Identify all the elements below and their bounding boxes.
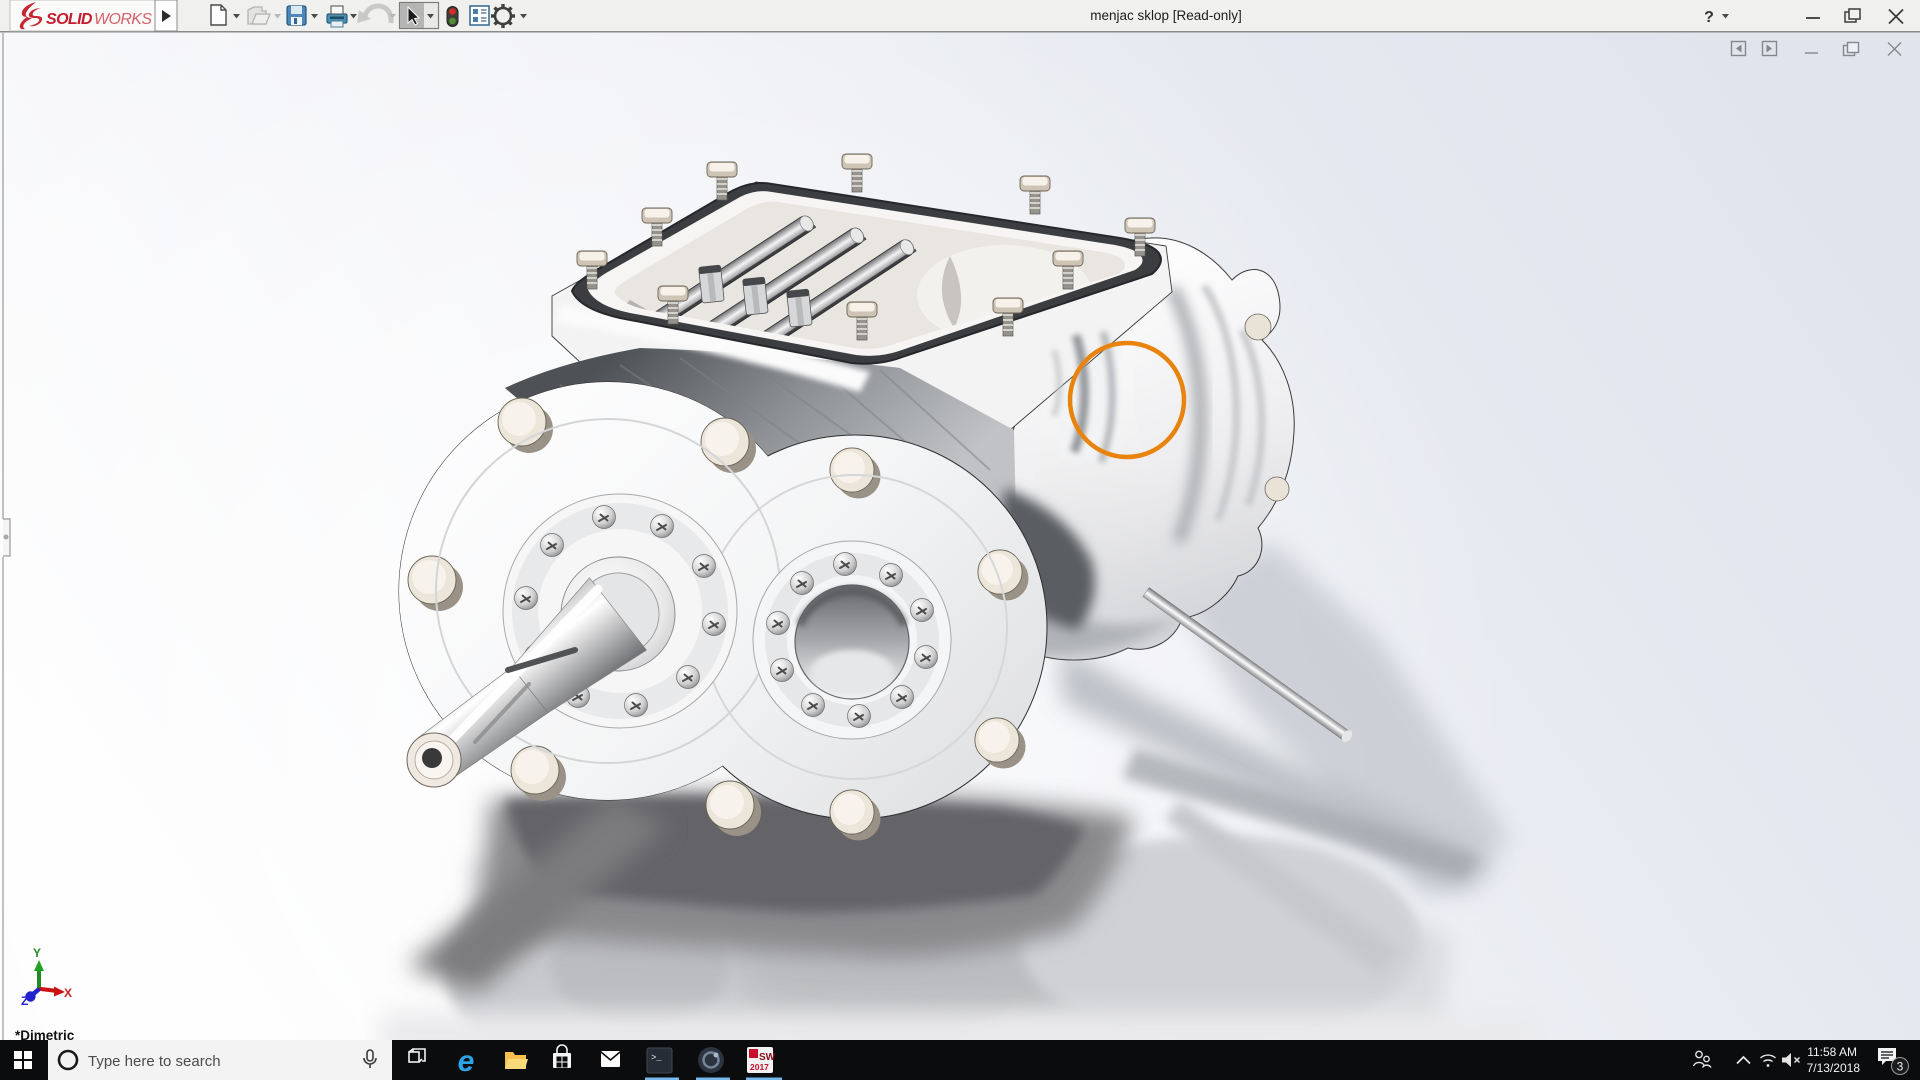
svg-text:7/13/2018: 7/13/2018 — [1807, 1061, 1861, 1075]
svg-text:Z: Z — [21, 994, 28, 1008]
svg-text:3: 3 — [1897, 1060, 1904, 1074]
svg-text:WORKS: WORKS — [94, 11, 152, 28]
svg-text:11:58 AM: 11:58 AM — [1807, 1045, 1857, 1059]
svg-text:2017: 2017 — [750, 1062, 769, 1072]
svg-text:Type here to search: Type here to search — [88, 1053, 221, 1070]
svg-text:?: ? — [1704, 9, 1714, 26]
svg-text:menjac sklop [Read-only]: menjac sklop [Read-only] — [1090, 8, 1242, 23]
svg-text:Y: Y — [33, 946, 41, 960]
svg-text:>_: >_ — [651, 1053, 662, 1063]
svg-text:e: e — [458, 1045, 475, 1078]
svg-text:SOLID: SOLID — [46, 11, 93, 28]
svg-text:X: X — [64, 986, 72, 1000]
